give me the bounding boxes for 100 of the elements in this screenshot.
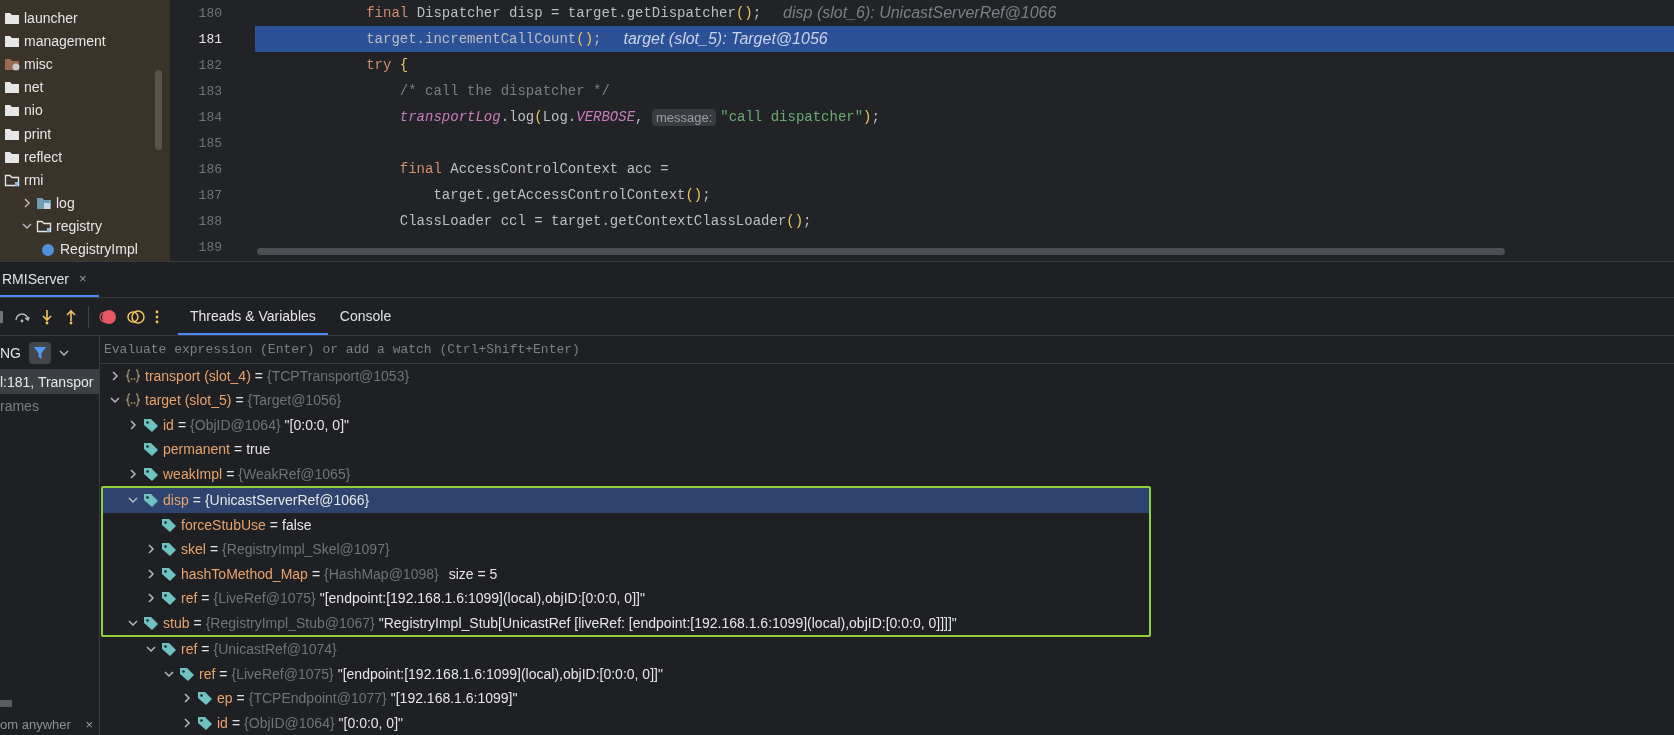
tag-icon [161,541,177,558]
evaluate-field[interactable]: Evaluate expression (Enter) or add a watch (Ctrl+Shift+Enter) [100,336,1674,364]
variable-row[interactable]: permanent = true [100,437,1674,462]
tree-item[interactable]: misc [0,52,170,76]
equals-sign: = [209,541,219,558]
variable-value: "[endpoint:[192.168.1.6:1099](local),objID:[0:0:0, 0]]" [319,590,645,607]
tag-icon [161,641,177,658]
breakpoints-icon[interactable] [99,308,117,325]
tag-icon [143,441,159,458]
variable-type: {WeakRef@1065} [238,465,351,482]
chevron-icon[interactable] [146,593,156,604]
chevron-icon[interactable] [128,419,138,430]
variable-row[interactable]: weakImpl = {WeakRef@1065} [100,461,1674,486]
variable-value: "[0:0:0, 0]" [284,416,349,433]
chevron-icon[interactable] [182,717,192,728]
chevron-icon[interactable] [128,617,138,628]
variable-name: ref [199,665,216,682]
variable-name: disp [163,492,189,509]
tree-item[interactable]: registry [0,214,170,238]
variable-name: ep [217,690,233,707]
chevron-icon[interactable] [110,395,120,406]
line-number: 182 [197,57,222,73]
chevron-icon[interactable] [146,644,156,655]
line-number: 188 [197,213,222,229]
frame-item[interactable]: l:181, Transpor [0,370,99,394]
close-icon[interactable]: × [78,271,87,286]
more-icon[interactable] [155,309,159,324]
variable-row[interactable]: disp = {UnicastServerRef@1066} [103,488,1149,513]
variable-row[interactable]: id = {ObjID@1064} "[0:0:0, 0]" [100,710,1674,735]
inline-value: disp (slot_6): UnicastServerRef@1066 [783,4,1057,22]
equals-sign: = [201,641,210,658]
folder-icon [36,196,52,211]
inline-value: target (slot_5): Target@1056 [623,30,828,48]
tree-item[interactable]: RegistryImpl [0,237,170,262]
session-tab[interactable]: RMIServer × [0,262,99,297]
variable-row[interactable]: forceStubUse = false [103,512,1149,537]
variable-size: size = 5 [448,565,498,582]
panel-tab[interactable]: Console [327,298,404,335]
frame-item[interactable]: rames [0,394,99,418]
tree-item[interactable]: reflect [0,145,170,169]
variable-value: "RegistryImpl_Stub[UnicastRef [liveRef: [endpoint:[192.168.1.6:1099](local),objID:[0:0:0, 0]]]]" [378,614,957,631]
variable-row[interactable]: skel = {RegistryImpl_Skel@1097} [103,537,1149,562]
variable-name: skel [181,541,206,558]
variable-value: "[0:0:0, 0]" [338,714,403,731]
tree-item[interactable]: net [0,75,170,99]
chevron-icon[interactable] [182,693,192,704]
close-icon[interactable]: × [85,716,93,732]
tree-item[interactable]: nio [0,98,170,122]
step-into-icon[interactable] [40,308,54,325]
equals-sign: = [201,590,210,607]
variable-value: "[192.168.1.6:1099]" [390,690,518,707]
scrollbar[interactable] [257,248,1505,255]
braces-icon [125,368,141,383]
tree-item[interactable]: print [0,121,170,146]
scrollbar[interactable] [155,70,162,150]
variable-row[interactable]: hashToMethod_Map = {HashMap@1098} size = 5 [103,561,1149,586]
chevron-icon[interactable] [110,370,120,381]
variable-type: {ObjID@1064} [190,416,281,433]
filter-button[interactable] [29,341,51,364]
variable-name: weakImpl [163,465,223,482]
chevron-icon[interactable] [128,495,138,506]
equals-sign: = [193,614,202,631]
chevron-icon[interactable] [146,568,156,579]
tag-icon [143,416,159,433]
tree-item[interactable]: management [0,29,170,53]
chevron-icon[interactable] [146,544,156,555]
equals-sign: = [269,516,278,533]
folder-icon [4,172,20,187]
equals-sign: = [192,492,201,509]
equals-sign: = [231,714,241,731]
chevron-icon[interactable] [164,668,174,679]
chevron-icon[interactable] [22,198,32,209]
line-number: 184 [197,109,222,125]
variable-row[interactable]: stub = {RegistryImpl_Stub@1067} "RegistryImpl_Stub[UnicastRef [liveRef: [endpoint:[192.168.1.6:1099](local),objID:[0:0:0, 0]]]]" [103,610,1149,635]
variable-name: ref [181,641,198,658]
variable-name: permanent [163,441,230,458]
variable-type: {ObjID@1064} [244,714,335,731]
panel-tab[interactable]: Threads & Variables [178,298,328,335]
code-line: transportLog.log(Log.VERBOSE, message: "call dispatcher"); [398,108,880,126]
line-number: 183 [197,83,222,99]
variable-row[interactable]: target (slot_5) = {Target@1056} [100,388,1674,413]
tree-item[interactable]: launcher [0,6,170,30]
chevron-icon[interactable] [22,221,32,232]
tree-item[interactable]: rmi [0,168,170,192]
variable-row[interactable]: transport (slot_4) = {TCPTransport@1053} [100,363,1674,388]
line-number: 185 [197,135,222,151]
variable-row[interactable]: ep = {TCPEndpoint@1077} "[192.168.1.6:1099]" [100,686,1674,711]
chevron-icon[interactable] [128,468,138,479]
scrollbar[interactable] [0,700,12,707]
code-line: final AccessControlContext acc = [398,161,669,177]
dropdown-icon[interactable] [59,347,69,358]
mute-breakpoints-icon[interactable] [127,308,145,325]
variable-row[interactable]: ref = {LiveRef@1075} "[endpoint:[192.168.1.6:1099](local),objID:[0:0:0, 0]]" [100,661,1674,686]
variable-row[interactable]: ref = {UnicastRef@1074} [100,637,1674,662]
tree-item[interactable]: log [0,191,170,215]
variable-row[interactable]: ref = {LiveRef@1075} "[endpoint:[192.168.1.6:1099](local),objID:[0:0:0, 0]]" [103,586,1149,611]
variable-row[interactable]: id = {ObjID@1064} "[0:0:0, 0]" [100,412,1674,437]
pause-icon[interactable] [0,309,4,324]
step-out-icon[interactable] [64,308,78,325]
variable-name: id [217,714,228,731]
